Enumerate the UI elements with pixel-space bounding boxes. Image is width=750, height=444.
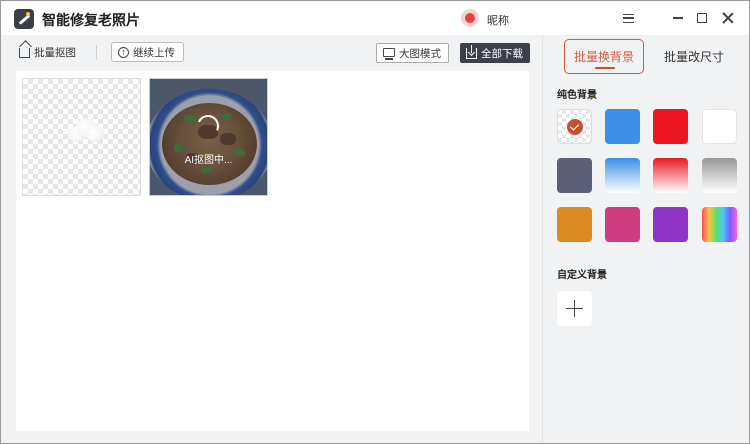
user-avatar[interactable] [461,9,479,27]
minimize-icon [673,17,683,19]
color-swatch-red-gradient[interactable] [653,158,688,193]
maximize-icon [697,13,707,23]
add-custom-background-button[interactable] [557,291,592,326]
cutout-subject-image [66,116,104,144]
app-window: 智能修复老照片 昵称 批量抠图 ↑ 继续上传 大图模式 全部下载 AI抠图中..… [0,0,750,444]
processing-status-text: AI抠图中... [184,155,233,166]
big-image-mode-label: 大图模式 [399,47,441,60]
color-swatch-rainbow[interactable] [702,207,737,242]
big-image-mode-button[interactable]: 大图模式 [376,43,449,63]
color-swatch-transparent[interactable] [557,109,592,144]
app-title: 智能修复老照片 [42,12,140,28]
color-swatch-gray-gradient[interactable] [702,158,737,193]
user-nickname[interactable]: 昵称 [487,12,509,28]
color-swatch-slate[interactable] [557,158,592,193]
image-thumbnail[interactable] [22,78,141,196]
upload-arrow-icon: ↑ [118,46,129,58]
tab-batch-background-label: 批量换背景 [573,50,634,64]
color-swatch-orange[interactable] [557,207,592,242]
app-logo-icon [14,9,34,29]
image-thumbnail-processing[interactable]: AI抠图中... [149,78,268,196]
home-icon [19,48,30,58]
tab-batch-resize[interactable]: 批量改尺寸 [658,39,730,74]
tab-batch-background[interactable]: 批量换背景 [564,39,644,74]
monitor-icon [383,47,395,60]
solid-background-title: 纯色背景 [557,90,597,101]
color-swatch-white[interactable] [702,109,737,144]
custom-background-title: 自定义背景 [557,270,607,281]
title-bar: 智能修复老照片 昵称 [1,1,749,35]
color-swatch-blue-gradient[interactable] [605,158,640,193]
close-icon [722,12,734,24]
selected-check-icon [567,119,583,135]
download-all-label: 全部下载 [481,47,523,60]
color-swatch-blue[interactable] [605,109,640,144]
color-swatch-purple[interactable] [653,207,688,242]
close-button[interactable] [717,7,739,29]
color-swatch-red[interactable] [653,109,688,144]
download-icon [466,44,477,59]
tab-batch-resize-label: 批量改尺寸 [663,50,724,64]
download-all-button[interactable]: 全部下载 [460,43,530,63]
batch-cutout-button[interactable]: 批量抠图 [19,42,80,62]
hamburger-menu-icon [622,13,634,23]
maximize-button[interactable] [691,7,713,29]
menu-button[interactable] [617,7,639,29]
minimize-button[interactable] [667,7,689,29]
continue-upload-button[interactable]: ↑ 继续上传 [111,42,184,62]
continue-upload-label: 继续上传 [133,46,175,59]
color-swatch-pink[interactable] [605,207,640,242]
toolbar-divider [96,45,97,60]
settings-panel: 批量换背景 批量改尺寸 纯色背景 自定义背景 [542,35,749,443]
batch-cutout-label: 批量抠图 [34,46,76,59]
active-tab-indicator [595,66,615,69]
